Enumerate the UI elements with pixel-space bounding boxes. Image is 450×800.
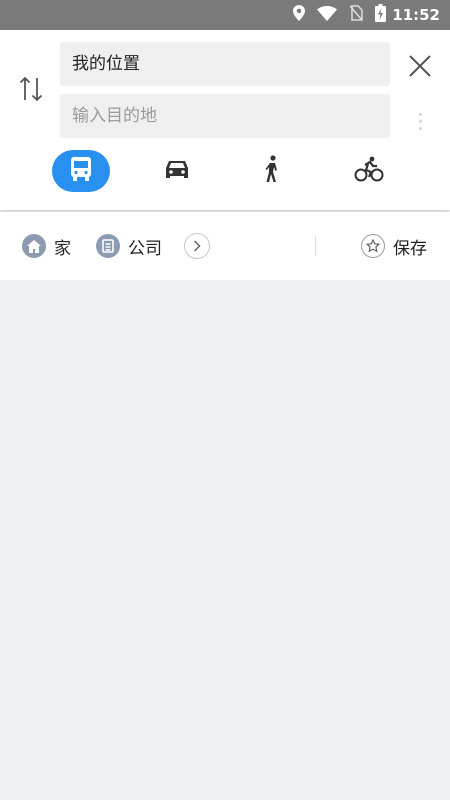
bike-icon: [354, 156, 384, 186]
home-label: 家: [54, 238, 71, 259]
close-button[interactable]: [404, 52, 436, 84]
mode-walk-tab[interactable]: [244, 150, 302, 192]
more-dot: [418, 112, 422, 116]
status-bar: 11:52: [0, 0, 450, 30]
location-icon: [293, 5, 306, 25]
more-shortcuts-button[interactable]: [184, 233, 210, 259]
destination-input[interactable]: [60, 94, 390, 138]
wifi-icon: [317, 5, 338, 25]
close-icon: [409, 55, 431, 81]
home-shortcut[interactable]: 家: [22, 232, 71, 260]
walk-icon: [264, 155, 282, 187]
more-dot: [418, 126, 422, 130]
no-sim-icon: [349, 5, 363, 25]
status-time: 11:52: [392, 6, 440, 24]
swap-arrows-icon: [18, 75, 44, 107]
mode-bike-tab[interactable]: [340, 150, 398, 192]
work-label: 公司: [128, 238, 162, 259]
battery-charging-icon: [375, 4, 387, 26]
shortcut-bar: 家 公司 保存: [0, 212, 450, 280]
swap-button[interactable]: [14, 74, 48, 108]
origin-field[interactable]: 我的位置: [60, 42, 390, 86]
company-icon: [96, 234, 120, 258]
more-dot: [418, 119, 422, 123]
divider: [315, 236, 316, 256]
route-panel: 我的位置: [0, 30, 450, 210]
bus-icon: [69, 156, 93, 186]
map-area[interactable]: [0, 280, 450, 800]
chevron-right-icon: [193, 237, 201, 256]
save-label: 保存: [393, 238, 427, 259]
mode-bus-tab[interactable]: [52, 150, 110, 192]
more-options-button[interactable]: [412, 106, 428, 136]
save-button[interactable]: 保存: [361, 232, 427, 260]
mode-car-tab[interactable]: [148, 150, 206, 192]
work-shortcut[interactable]: 公司: [96, 232, 162, 260]
car-icon: [164, 158, 190, 184]
star-icon: [361, 234, 385, 258]
home-icon: [22, 234, 46, 258]
